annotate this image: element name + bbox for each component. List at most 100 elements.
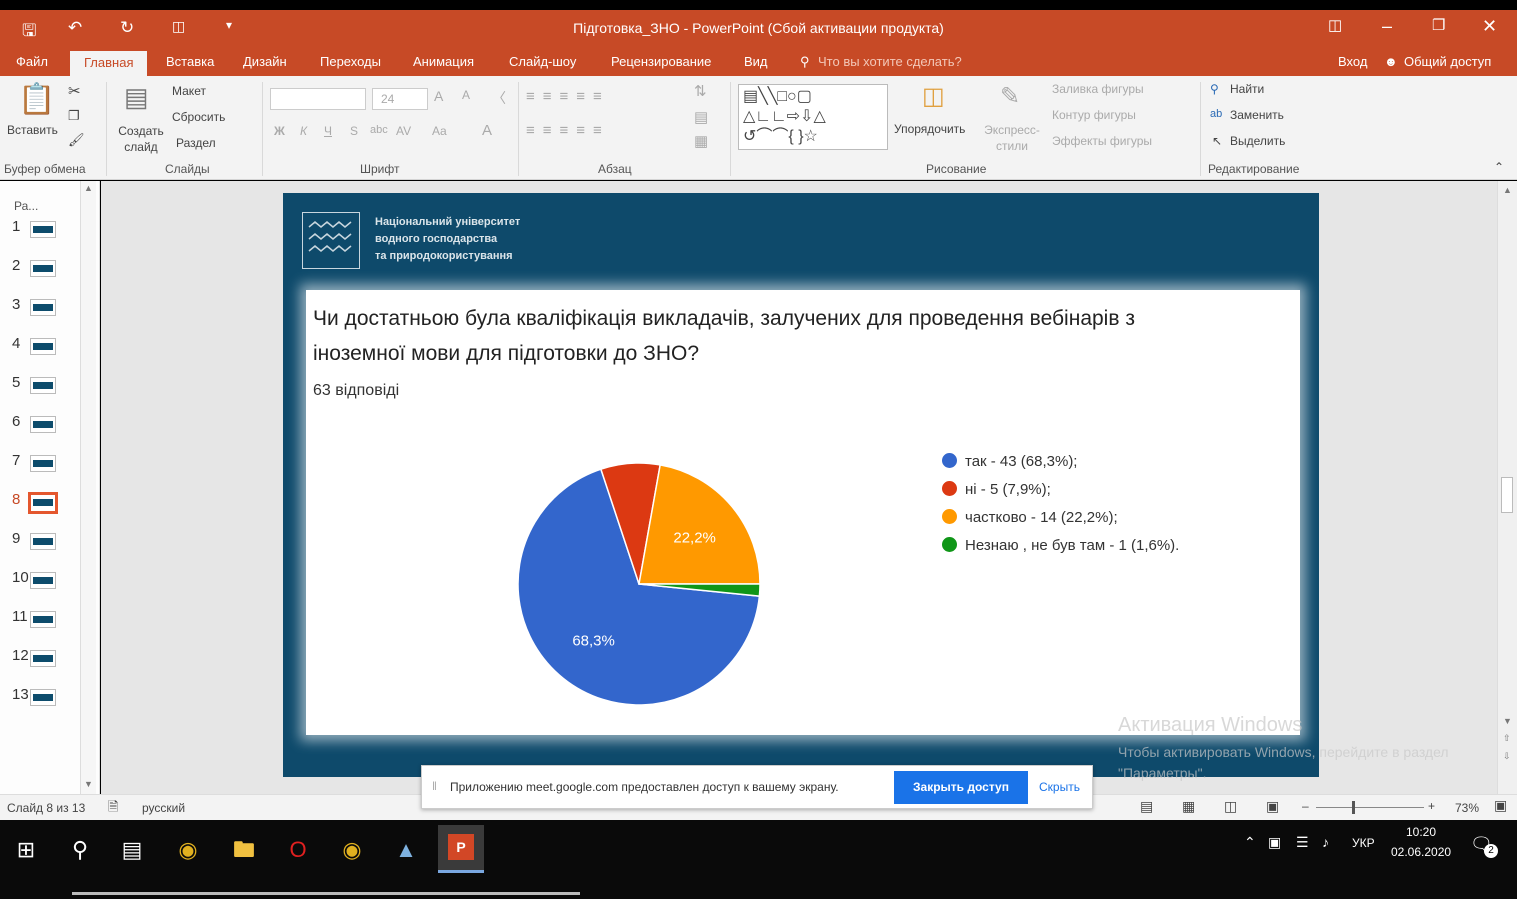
- thumbnails-scrollbar[interactable]: ▲ ▼: [80, 181, 96, 794]
- minimize-button[interactable]: –: [1382, 16, 1392, 37]
- share-button[interactable]: Общий доступ: [1404, 54, 1491, 69]
- format-painter-icon[interactable]: 🖌: [68, 132, 85, 148]
- tab-design[interactable]: Дизайн: [243, 54, 287, 69]
- font-color-icon[interactable]: A: [482, 122, 492, 139]
- zoom-slider-thumb[interactable]: [1352, 801, 1355, 814]
- spelling-icon[interactable]: 🗎: [108, 798, 118, 820]
- clear-format-icon[interactable]: 〈: [492, 88, 506, 108]
- slide-sorter-icon[interactable]: ▦: [1182, 798, 1195, 815]
- powerpoint-taskbar-button[interactable]: P: [438, 825, 484, 873]
- spacing-icon[interactable]: AV: [396, 124, 411, 138]
- grow-font-icon[interactable]: A: [434, 88, 443, 104]
- tab-slideshow[interactable]: Слайд-шоу: [509, 54, 576, 69]
- select-button[interactable]: Выделить: [1230, 134, 1285, 148]
- cut-icon[interactable]: ✂: [68, 82, 81, 100]
- clock-time[interactable]: 10:20: [1406, 825, 1436, 839]
- stop-sharing-button[interactable]: Закрыть доступ: [894, 771, 1028, 804]
- tray-network-icon[interactable]: ☰: [1296, 834, 1309, 851]
- section-header[interactable]: Ра...: [14, 199, 38, 213]
- strikethrough-icon[interactable]: abc: [370, 124, 388, 136]
- zoom-out-icon[interactable]: –: [1302, 799, 1309, 813]
- tell-me-icon[interactable]: ⚲: [800, 54, 810, 70]
- shrink-font-icon[interactable]: A: [462, 88, 470, 102]
- search-icon[interactable]: ⚲: [60, 830, 100, 870]
- tab-animations[interactable]: Анимация: [413, 54, 474, 69]
- slide-thumbnail[interactable]: [30, 611, 56, 628]
- font-size-box[interactable]: 24: [372, 88, 428, 110]
- replace-icon[interactable]: ab: [1210, 108, 1222, 120]
- prev-slide-icon[interactable]: ⇧: [1503, 733, 1511, 744]
- slide-thumbnail[interactable]: [30, 572, 56, 589]
- keyboard-language[interactable]: УКР: [1352, 836, 1375, 850]
- tab-view[interactable]: Вид: [744, 54, 768, 69]
- quick-styles-button[interactable]: Экспресс-стили: [980, 122, 1044, 154]
- bold-icon[interactable]: Ж: [274, 124, 285, 138]
- shape-outline-button[interactable]: Контур фигуры: [1052, 108, 1136, 122]
- tray-chevron-icon[interactable]: ⌃: [1244, 834, 1256, 851]
- task-view-icon[interactable]: ▤: [112, 830, 152, 870]
- zoom-slider[interactable]: [1316, 807, 1424, 808]
- underline-icon[interactable]: Ч: [324, 124, 332, 138]
- tab-home[interactable]: Главная: [70, 51, 148, 76]
- font-name-box[interactable]: [270, 88, 366, 110]
- slide-thumbnail[interactable]: [30, 455, 56, 472]
- paste-button[interactable]: Вставить: [7, 123, 58, 137]
- list-icons[interactable]: ≡≡≡≡≡: [526, 88, 610, 105]
- select-icon[interactable]: ↖: [1212, 134, 1222, 148]
- slide-thumbnail[interactable]: [30, 650, 56, 667]
- copy-icon[interactable]: ❐: [68, 108, 80, 124]
- chrome-icon-2[interactable]: ◉: [332, 830, 372, 870]
- drag-handle-icon[interactable]: ‖: [432, 779, 437, 793]
- shadow-icon[interactable]: S: [350, 124, 358, 138]
- shape-effects-button[interactable]: Эффекты фигуры: [1052, 134, 1152, 148]
- fit-slide-icon[interactable]: ▣: [1494, 797, 1507, 814]
- next-slide-icon[interactable]: ⇩: [1503, 751, 1511, 762]
- zoom-level[interactable]: 73%: [1455, 801, 1479, 815]
- restore-button[interactable]: ❐: [1432, 16, 1445, 34]
- windows-start-icon[interactable]: ⊞: [6, 830, 46, 870]
- smartart-icon[interactable]: ▦: [694, 132, 708, 150]
- layout-button[interactable]: Макет: [172, 84, 206, 98]
- normal-view-icon[interactable]: ▤: [1140, 798, 1153, 815]
- file-explorer-icon[interactable]: 🖿: [224, 830, 264, 870]
- opera-icon[interactable]: O: [278, 830, 318, 870]
- editor-scrollbar[interactable]: ▲ ▼ ⇧ ⇩: [1497, 181, 1517, 794]
- tab-review[interactable]: Рецензирование: [611, 54, 711, 69]
- app-icon[interactable]: ▲: [386, 830, 426, 870]
- arrange-button[interactable]: Упорядочить: [894, 122, 965, 136]
- tray-battery-icon[interactable]: ▣: [1268, 834, 1281, 851]
- change-case-icon[interactable]: Aa: [432, 124, 447, 138]
- slide-thumbnail[interactable]: [30, 260, 56, 277]
- sign-in-link[interactable]: Вход: [1338, 54, 1367, 69]
- new-slide-button[interactable]: Создать слайд: [116, 123, 166, 155]
- section-button[interactable]: Раздел: [176, 136, 216, 150]
- chrome-icon[interactable]: ◉: [168, 830, 208, 870]
- tab-transitions[interactable]: Переходы: [320, 54, 381, 69]
- slide-thumbnail[interactable]: [30, 299, 56, 316]
- shapes-gallery[interactable]: ▤╲╲□○▢ △∟∟⇨⇩△ ↺⌒⌒{ }☆: [738, 84, 888, 150]
- close-button[interactable]: ✕: [1482, 16, 1497, 37]
- reading-view-icon[interactable]: ◫: [1224, 798, 1237, 815]
- tab-insert[interactable]: Вставка: [166, 54, 214, 69]
- tab-file[interactable]: Файл: [16, 54, 48, 69]
- shape-fill-button[interactable]: Заливка фигуры: [1052, 82, 1144, 96]
- italic-icon[interactable]: К: [300, 124, 307, 138]
- slide-thumbnail[interactable]: [30, 689, 56, 706]
- slide-thumbnail[interactable]: [30, 338, 56, 355]
- find-button[interactable]: Найти: [1230, 82, 1264, 96]
- quick-styles-icon[interactable]: ✎: [1000, 82, 1020, 111]
- slide-thumbnail[interactable]: [28, 492, 58, 514]
- ribbon-display-icon[interactable]: ◫: [1328, 16, 1342, 34]
- reset-button[interactable]: Сбросить: [172, 110, 225, 124]
- zoom-in-icon[interactable]: +: [1428, 799, 1435, 813]
- slide-thumbnail[interactable]: [30, 416, 56, 433]
- new-slide-icon[interactable]: ▤: [124, 82, 149, 113]
- tray-volume-icon[interactable]: ♪: [1322, 834, 1329, 850]
- find-icon[interactable]: ⚲: [1210, 82, 1219, 96]
- scroll-thumb[interactable]: [1501, 477, 1513, 513]
- paste-icon[interactable]: 📋: [18, 82, 55, 117]
- slide-thumbnail[interactable]: [30, 377, 56, 394]
- align-icons[interactable]: ≡≡≡≡≡: [526, 122, 610, 139]
- language-indicator[interactable]: русский: [142, 801, 185, 815]
- collapse-ribbon-icon[interactable]: ⌃: [1494, 160, 1504, 174]
